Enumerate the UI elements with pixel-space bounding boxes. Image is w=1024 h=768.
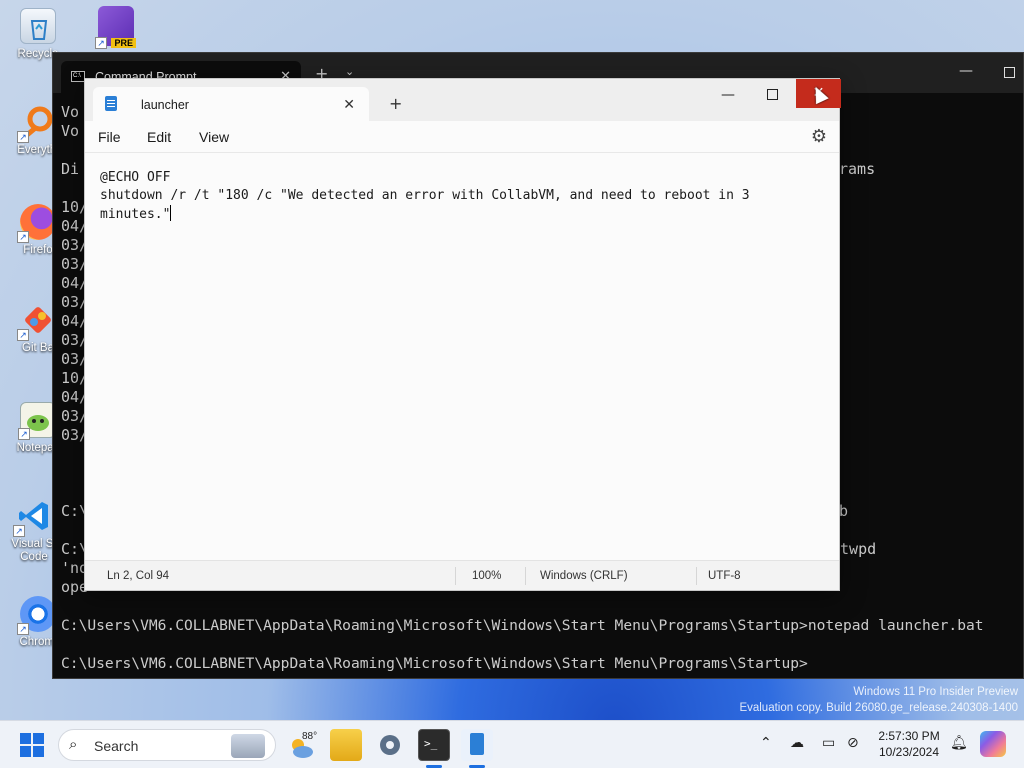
- everything-search-icon: ↗: [17, 104, 56, 143]
- vscode-icon: ↗: [13, 498, 52, 537]
- status-divider: [696, 567, 697, 585]
- notepad-plus-plus-icon: ↗: [18, 402, 56, 440]
- menu-view[interactable]: View: [199, 129, 229, 145]
- status-divider: [525, 567, 526, 585]
- notepad-window[interactable]: launcher ✕ + — ✕ File Edit View ⚙ @ECHO …: [84, 78, 841, 591]
- weather-temp: 88°: [302, 731, 318, 742]
- display-icon[interactable]: ▭: [822, 735, 835, 751]
- git-bash-icon: ↗: [17, 302, 56, 341]
- menu-edit[interactable]: Edit: [147, 129, 171, 145]
- onedrive-icon[interactable]: ☁: [790, 735, 804, 751]
- recycle-bin-icon: [20, 8, 56, 44]
- notepad-menubar: File Edit View ⚙: [85, 121, 839, 153]
- notepad-tab[interactable]: launcher ✕: [93, 87, 369, 121]
- preview-badge: PRE: [111, 38, 136, 48]
- line-ending: Windows (CRLF): [540, 570, 628, 582]
- search-highlight-image: [231, 734, 265, 758]
- search-label: Search: [94, 738, 139, 754]
- taskbar-search[interactable]: ⌕ Search: [58, 729, 276, 761]
- notepad-titlebar[interactable]: launcher ✕ + — ✕: [85, 79, 841, 121]
- cmd-text-fragment: b: [839, 502, 849, 520]
- shortcut-arrow-icon: ↗: [13, 525, 25, 537]
- encoding: UTF-8: [708, 570, 741, 582]
- cmd-icon: C:\: [71, 71, 85, 82]
- copilot-icon[interactable]: [980, 731, 1006, 757]
- notepad-taskbar-icon[interactable]: [461, 729, 493, 761]
- shortcut-arrow-icon: ↗: [95, 37, 107, 49]
- zoom-level: 100%: [472, 570, 502, 582]
- clock[interactable]: 2:57:30 PM 10/23/2024: [866, 728, 952, 760]
- minimize-button[interactable]: —: [721, 87, 735, 103]
- bell-icon[interactable]: 🔔︎: [950, 735, 968, 751]
- search-icon: ⌕: [69, 736, 78, 753]
- weather-widget[interactable]: 88°: [288, 727, 322, 763]
- notepad-tab-title: launcher: [141, 98, 189, 112]
- cmd-command-line: C:\Users\VM6.COLLABNET\AppData\Roaming\M…: [61, 617, 984, 634]
- minimize-button[interactable]: —: [959, 63, 973, 79]
- menu-file[interactable]: File: [98, 129, 121, 145]
- terminal-icon[interactable]: >_: [418, 729, 450, 761]
- clock-date: 10/23/2024: [878, 745, 940, 759]
- gear-icon[interactable]: ⚙: [811, 126, 827, 147]
- cmd-text-fragment: Vo: [61, 103, 80, 121]
- start-button[interactable]: [20, 733, 44, 757]
- maximize-button[interactable]: [1004, 67, 1015, 78]
- shortcut-arrow-icon: ↗: [18, 428, 30, 440]
- watermark-line-2: Evaluation copy. Build 26080.ge_release.…: [739, 702, 1018, 714]
- desktop-icon-visual-studio-preview[interactable]: ↗ PRE: [86, 6, 146, 50]
- cmd-text-fragment: Vo: [61, 122, 80, 140]
- maximize-button[interactable]: [767, 89, 778, 100]
- shortcut-arrow-icon: ↗: [17, 329, 29, 341]
- notepad-content: @ECHO OFF shutdown /r /t "180 /c "We det…: [100, 170, 750, 222]
- status-divider: [455, 567, 456, 585]
- firefox-icon: ↗: [17, 204, 56, 243]
- chevron-down-icon[interactable]: ⌄: [345, 65, 354, 78]
- close-icon[interactable]: ✕: [343, 96, 355, 113]
- watermark-line-1: Windows 11 Pro Insider Preview: [853, 686, 1018, 698]
- file-explorer-icon[interactable]: [330, 729, 362, 761]
- notepad-statusbar: Ln 2, Col 94 100% Windows (CRLF) UTF-8: [85, 560, 839, 590]
- taskbar: ⌕ Search 88° >_ ⌃ ☁ ▭ ⊘ 2:57:30 PM 10/23…: [0, 720, 1024, 768]
- notepad-icon: [105, 96, 117, 111]
- chromium-icon: ↗: [17, 596, 56, 635]
- cmd-prompt-line[interactable]: C:\Users\VM6.COLLABNET\AppData\Roaming\M…: [61, 654, 808, 673]
- shortcut-arrow-icon: ↗: [17, 231, 29, 243]
- network-icon[interactable]: ⊘: [847, 735, 859, 751]
- cmd-text-fragment: Di: [61, 160, 80, 178]
- text-caret: [170, 205, 172, 221]
- chevron-up-icon[interactable]: ⌃: [760, 735, 772, 751]
- new-tab-plus-icon[interactable]: +: [389, 94, 402, 113]
- shortcut-arrow-icon: ↗: [17, 131, 29, 143]
- cmd-text-fragment: rams: [839, 160, 876, 178]
- visual-studio-icon: ↗ PRE: [95, 6, 136, 49]
- shortcut-arrow-icon: ↗: [17, 623, 29, 635]
- cursor-position: Ln 2, Col 94: [107, 570, 170, 582]
- notepad-editor[interactable]: @ECHO OFF shutdown /r /t "180 /c "We det…: [85, 153, 839, 560]
- settings-gear-icon[interactable]: [374, 729, 406, 761]
- clock-time: 2:57:30 PM: [878, 729, 940, 743]
